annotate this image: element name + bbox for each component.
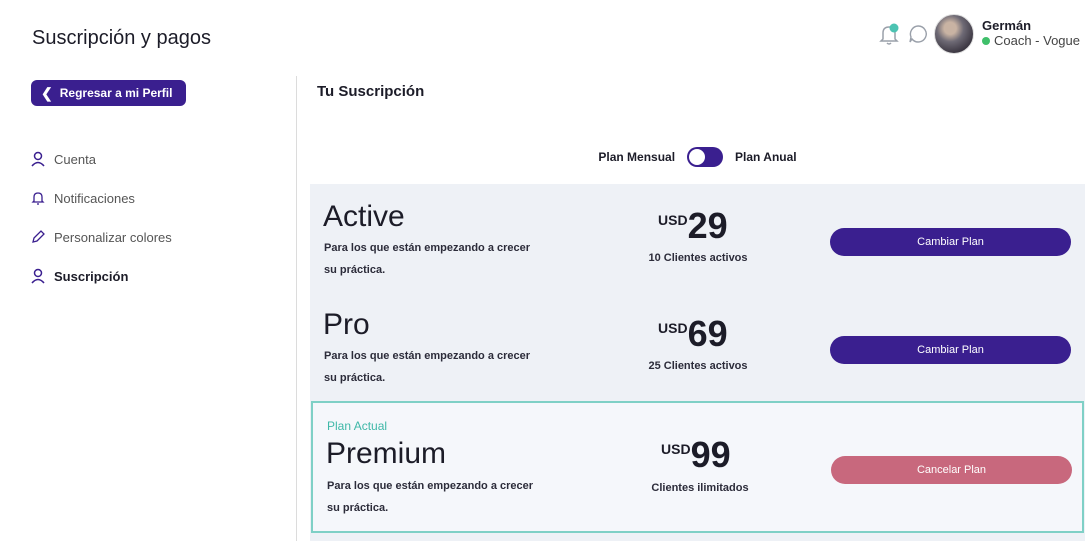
cancel-plan-button[interactable]: Cancelar Plan — [831, 456, 1072, 484]
plan-price: USD 29 — [658, 208, 738, 244]
pencil-icon — [30, 229, 46, 245]
plan-price: USD 69 — [658, 316, 738, 352]
plan-description: Para los que están empezando a crecer su… — [324, 237, 564, 281]
sidebar-item-cuenta[interactable]: Cuenta — [30, 151, 96, 167]
plan-description-line: Para los que están empezando a crecer — [324, 242, 531, 254]
plan-card-pro: Pro Para los que están empezando a crece… — [310, 298, 1085, 404]
user-name: Germán — [981, 18, 1032, 34]
plan-card-active: Active Para los que están empezando a cr… — [310, 190, 1085, 296]
bell-icon — [30, 190, 46, 206]
price-amount: 99 — [690, 434, 731, 475]
sidebar-item-notificaciones[interactable]: Notificaciones — [30, 190, 135, 206]
plan-description: Para los que están empezando a crecer su… — [327, 475, 567, 519]
plan-price: USD 99 — [661, 437, 741, 473]
sidebar-item-label: Suscripción — [54, 268, 129, 284]
back-to-profile-button[interactable]: ❮ Regresar a mi Perfil — [31, 80, 186, 106]
plan-annual-label[interactable]: Plan Anual — [735, 150, 797, 164]
plan-description-line: su práctica. — [324, 372, 386, 384]
plan-description-line: su práctica. — [324, 264, 386, 276]
user-icon — [30, 151, 46, 167]
user-role: Coach - Vogue — [981, 33, 1080, 49]
avatar[interactable] — [933, 14, 974, 54]
chevron-left-icon: ❮ — [41, 84, 53, 101]
header-user-area: Germán Coach - Vogue — [878, 14, 1080, 54]
sidebar-item-label: Notificaciones — [54, 190, 135, 206]
plan-name: Pro — [323, 308, 370, 341]
price-currency: USD — [658, 212, 688, 228]
plan-description: Para los que están empezando a crecer su… — [324, 345, 564, 389]
sidebar-divider — [296, 76, 297, 541]
sidebar-item-label: Cuenta — [54, 151, 96, 167]
plan-clients: Clientes ilimitados — [651, 482, 749, 494]
user-icon — [30, 268, 46, 284]
bell-icon[interactable] — [878, 22, 900, 46]
plan-name: Active — [323, 200, 405, 233]
sidebar-item-label: Personalizar colores — [54, 229, 172, 245]
sidebar-item-suscripcion[interactable]: Suscripción — [30, 268, 128, 284]
current-plan-tag: Plan Actual — [327, 419, 388, 433]
billing-toggle-row: Plan Mensual Plan Anual — [310, 130, 1085, 184]
change-plan-button[interactable]: Cambiar Plan — [830, 336, 1071, 364]
change-plan-button[interactable]: Cambiar Plan — [830, 228, 1071, 256]
plan-description-line: su práctica. — [327, 502, 389, 514]
plan-card-premium: Plan Actual Premium Para los que están e… — [311, 401, 1084, 533]
back-button-label: Regresar a mi Perfil — [59, 86, 173, 100]
user-info: Germán Coach - Vogue — [981, 18, 1080, 49]
price-currency: USD — [661, 441, 691, 457]
toggle-knob — [689, 149, 706, 165]
plan-monthly-label[interactable]: Plan Mensual — [598, 150, 675, 164]
section-title: Tu Suscripción — [317, 83, 425, 100]
sidebar-item-personalizar-colores[interactable]: Personalizar colores — [30, 229, 172, 245]
plan-description-line: Para los que están empezando a crecer — [327, 480, 534, 492]
page-title: Suscripción y pagos — [32, 27, 211, 49]
billing-period-toggle[interactable] — [687, 147, 724, 167]
price-currency: USD — [658, 320, 688, 336]
price-amount: 29 — [687, 205, 728, 246]
plan-clients: 10 Clientes activos — [648, 252, 748, 264]
price-amount: 69 — [687, 313, 728, 354]
plan-name: Premium — [326, 437, 447, 470]
chat-icon[interactable] — [908, 24, 928, 44]
online-status-dot — [981, 37, 990, 46]
plan-clients: 25 Clientes activos — [648, 360, 748, 372]
plan-description-line: Para los que están empezando a crecer — [324, 350, 531, 362]
user-role-label: Coach - Vogue — [993, 33, 1080, 48]
